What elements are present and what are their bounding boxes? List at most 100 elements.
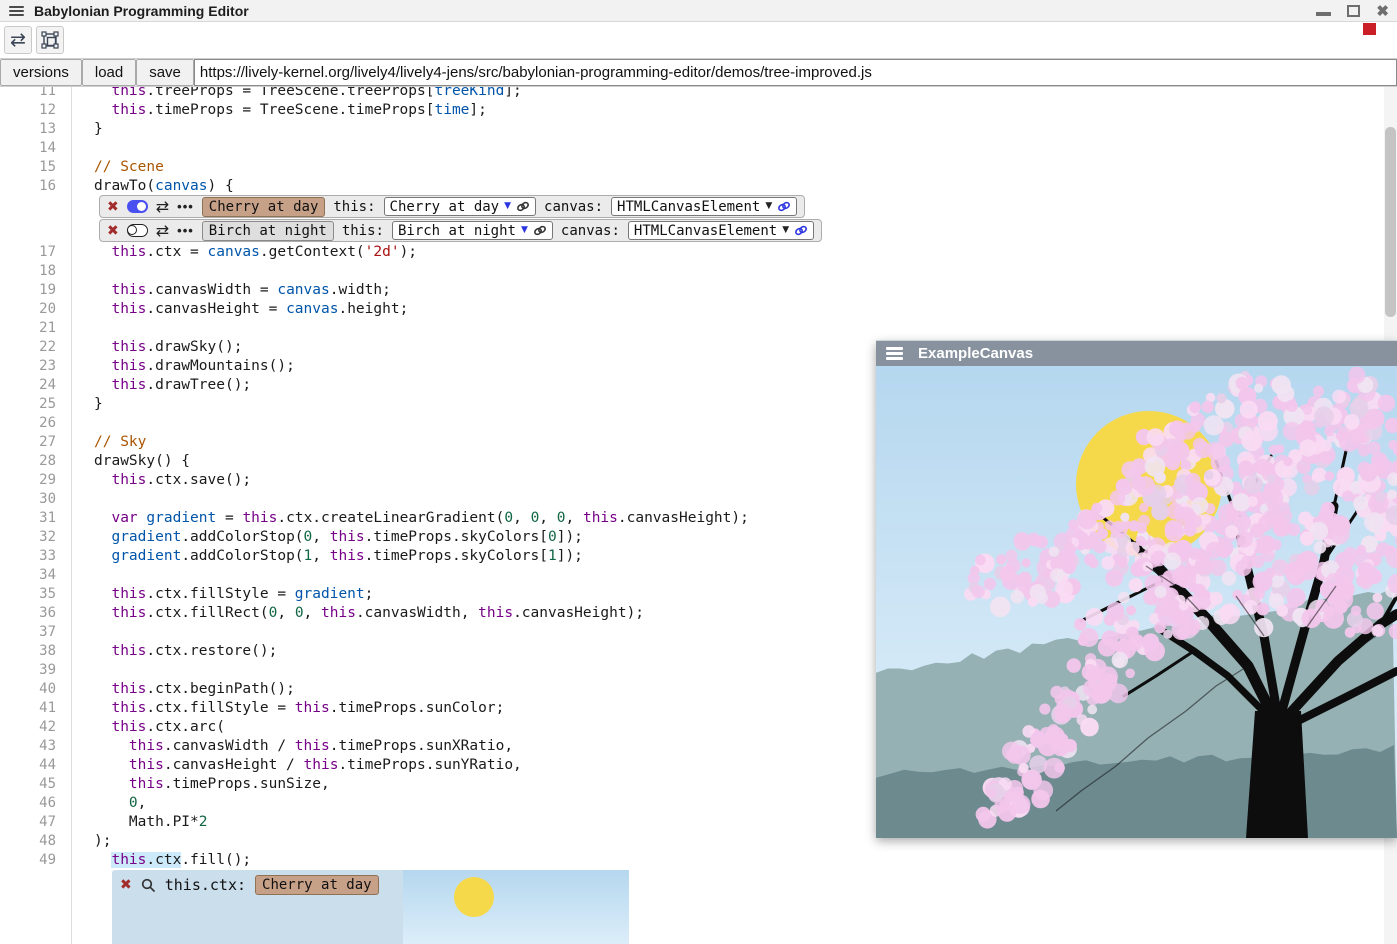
line-number: 47 (0, 813, 56, 832)
code-line[interactable]: this.ctx.arc( (94, 718, 225, 737)
line-number: 36 (0, 604, 56, 623)
code-line[interactable]: this.ctx = canvas.getContext('2d'); (94, 243, 417, 262)
swap-arrows-icon[interactable]: ⇄ (156, 223, 169, 239)
more-options-icon[interactable]: ••• (177, 200, 194, 213)
line-number: 39 (0, 661, 56, 680)
code-line[interactable]: this.ctx.beginPath(); (94, 680, 295, 699)
code-line[interactable]: ); (94, 832, 111, 851)
code-line[interactable]: this.drawSky(); (94, 338, 242, 357)
link-icon[interactable] (533, 225, 547, 236)
example-name-badge[interactable]: Birch at night (202, 221, 334, 241)
remove-example-icon[interactable]: ✖ (107, 224, 119, 238)
link-icon[interactable] (794, 225, 808, 236)
code-line[interactable]: this.canvasHeight / this.timeProps.sunYR… (94, 756, 522, 775)
code-line[interactable]: this.timeProps.sunSize, (94, 775, 330, 794)
probe-example-badge[interactable]: Cherry at day (255, 875, 379, 895)
line-number: 11 (0, 87, 56, 101)
code-line[interactable]: // Scene (94, 158, 164, 177)
close-button[interactable]: ✖ (1376, 4, 1389, 19)
code-line[interactable]: this.ctx.fillRect(0, 0, this.canvasWidth… (94, 604, 644, 623)
load-button[interactable]: load (82, 59, 136, 86)
code-line[interactable]: drawTo(canvas) { (94, 177, 234, 196)
code-line[interactable]: this.drawTree(); (94, 376, 251, 395)
line-number: 46 (0, 794, 56, 813)
example-name-badge[interactable]: Cherry at day (202, 197, 326, 217)
line-number: 14 (0, 139, 56, 158)
remove-probe-icon[interactable]: ✖ (120, 878, 132, 892)
code-line[interactable]: this.ctx.fill(); (94, 851, 251, 870)
canvas-value-dropdown[interactable]: HTMLCanvasElement ▼ (628, 221, 814, 240)
code-line[interactable]: 0, (94, 794, 146, 813)
this-value-dropdown[interactable]: Birch at night ▼ (392, 221, 553, 240)
swap-arrows-icon[interactable]: ⇄ (156, 199, 169, 215)
line-number: 44 (0, 756, 56, 775)
line-number: 22 (0, 338, 56, 357)
transform-button[interactable] (36, 26, 64, 54)
chevron-down-icon: ▼ (782, 226, 789, 235)
line-number: 27 (0, 433, 56, 452)
scrollbar-thumb[interactable] (1385, 127, 1396, 317)
menu-icon[interactable] (9, 6, 24, 16)
probe-canvas-preview (403, 870, 629, 944)
example-canvas-titlebar[interactable]: ExampleCanvas (876, 341, 1397, 366)
swap-button[interactable]: ⇄ (4, 26, 32, 54)
example-canvas-window: ExampleCanvas (876, 340, 1397, 837)
line-number: 49 (0, 851, 56, 870)
line-number: 19 (0, 281, 56, 300)
code-line[interactable]: this.drawMountains(); (94, 357, 295, 376)
code-line[interactable]: this.canvasHeight = canvas.height; (94, 300, 408, 319)
example-toggle[interactable] (127, 200, 148, 213)
line-number: 37 (0, 623, 56, 642)
this-label: this: (333, 199, 375, 215)
line-number: 35 (0, 585, 56, 604)
code-line[interactable]: this.canvasWidth / this.timeProps.sunXRa… (94, 737, 513, 756)
line-number: 25 (0, 395, 56, 414)
versions-button[interactable]: versions (0, 59, 82, 86)
link-icon[interactable] (777, 201, 791, 212)
line-number: 48 (0, 832, 56, 851)
probe-widget: ✖ this.ctx: Cherry at day (112, 870, 629, 944)
example-row-birch: ✖ ⇄ ••• Birch at night this: Birch at ni… (99, 219, 822, 242)
example-toggle[interactable] (127, 224, 148, 237)
code-line[interactable]: this.ctx.restore(); (94, 642, 277, 661)
line-number: 18 (0, 262, 56, 281)
menu-icon[interactable] (886, 347, 903, 360)
maximize-button[interactable] (1347, 5, 1360, 17)
url-input[interactable] (194, 59, 1397, 86)
code-line[interactable]: var gradient = this.ctx.createLinearGrad… (94, 509, 749, 528)
line-number: 38 (0, 642, 56, 661)
code-line[interactable]: this.timeProps = TreeScene.timeProps[tim… (94, 101, 487, 120)
code-line[interactable]: drawSky() { (94, 452, 190, 471)
code-line[interactable]: this.ctx.fillStyle = this.timeProps.sunC… (94, 699, 504, 718)
line-number: 34 (0, 566, 56, 585)
code-line[interactable]: // Sky (94, 433, 146, 452)
line-number: 45 (0, 775, 56, 794)
chevron-down-icon: ▼ (521, 226, 528, 235)
this-value-dropdown[interactable]: Cherry at day ▼ (384, 197, 537, 216)
code-line[interactable]: Math.PI*2 (94, 813, 208, 832)
line-number: 20 (0, 300, 56, 319)
link-icon[interactable] (516, 201, 530, 212)
probe-expression: this.ctx: (165, 876, 246, 894)
line-number: 43 (0, 737, 56, 756)
more-options-icon[interactable]: ••• (177, 224, 194, 237)
save-button[interactable]: save (136, 59, 194, 86)
recording-indicator (1363, 23, 1376, 35)
code-line[interactable]: this.canvasWidth = canvas.width; (94, 281, 391, 300)
minimize-button[interactable] (1316, 12, 1331, 16)
line-number: 17 (0, 243, 56, 262)
line-number: 32 (0, 528, 56, 547)
line-number: 40 (0, 680, 56, 699)
canvas-value-dropdown[interactable]: HTMLCanvasElement ▼ (611, 197, 797, 216)
code-line[interactable]: this.ctx.fillStyle = gradient; (94, 585, 373, 604)
remove-example-icon[interactable]: ✖ (107, 200, 119, 214)
canvas-label: canvas: (544, 199, 603, 215)
code-line[interactable]: gradient.addColorStop(0, this.timeProps.… (94, 528, 583, 547)
window-titlebar[interactable]: Babylonian Programming Editor ✖ (0, 0, 1397, 22)
code-line[interactable]: this.ctx.save(); (94, 471, 251, 490)
code-line[interactable]: } (94, 395, 103, 414)
line-number: 28 (0, 452, 56, 471)
code-line[interactable]: gradient.addColorStop(1, this.timeProps.… (94, 547, 583, 566)
code-line[interactable]: this.treeProps = TreeScene.treeProps[tre… (94, 87, 522, 101)
code-line[interactable]: } (94, 120, 103, 139)
